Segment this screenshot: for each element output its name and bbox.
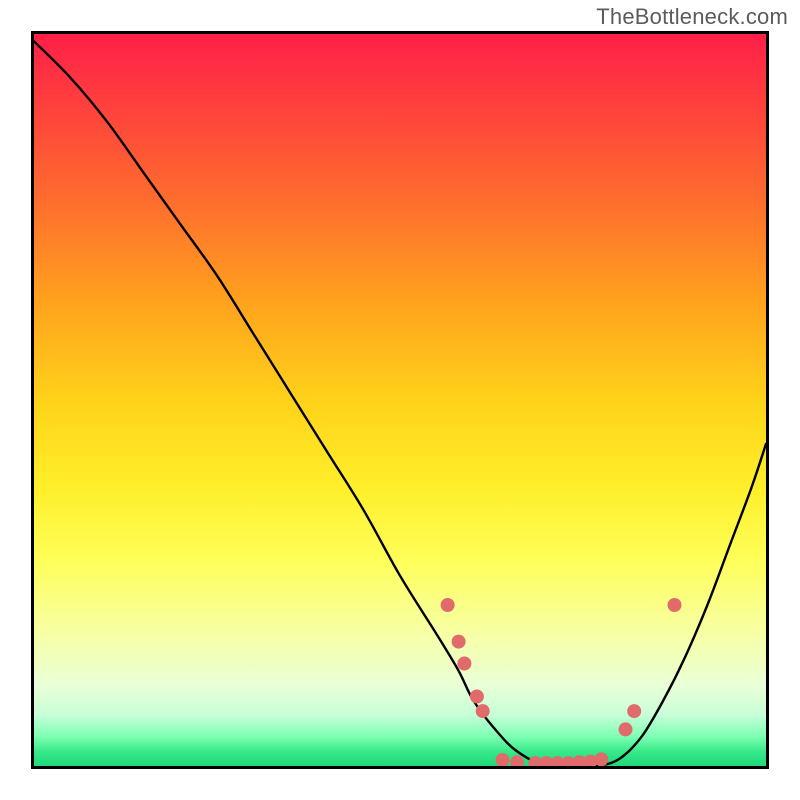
data-marker (457, 657, 471, 671)
chart-stage: TheBottleneck.com (0, 0, 800, 800)
data-marker (470, 690, 484, 704)
data-marker (441, 598, 455, 612)
data-marker (668, 598, 682, 612)
data-marker (452, 635, 466, 649)
plot-area (31, 31, 769, 769)
data-marker (476, 704, 490, 718)
data-marker (510, 755, 524, 766)
data-marker (496, 753, 510, 766)
chart-svg (34, 34, 766, 766)
data-marker (594, 752, 608, 766)
data-marker (627, 704, 641, 718)
data-marker (619, 722, 633, 736)
watermark-label: TheBottleneck.com (596, 4, 788, 30)
marker-group (441, 598, 682, 766)
bottleneck-curve-path (34, 41, 766, 766)
